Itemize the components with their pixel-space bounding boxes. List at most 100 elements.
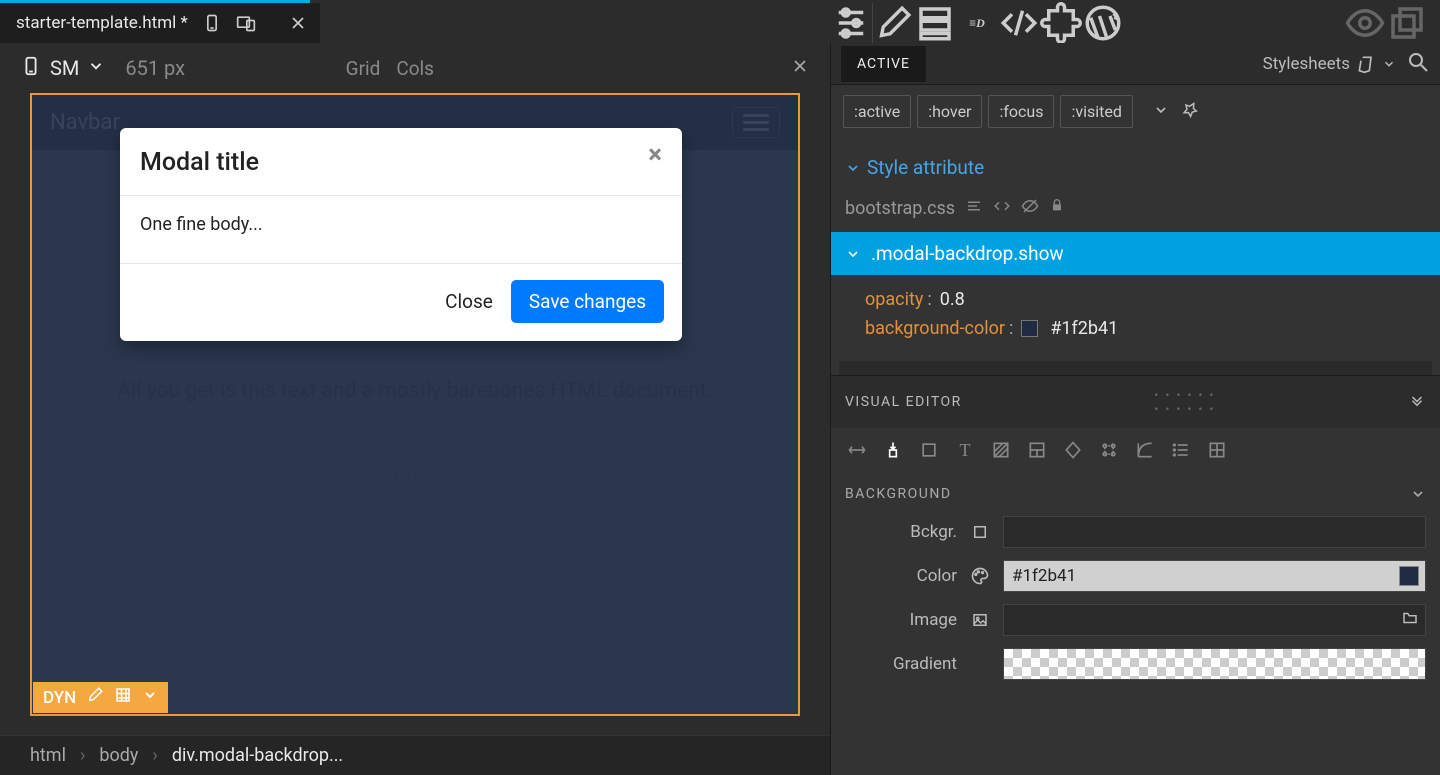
ve-diamond-icon[interactable]	[1059, 436, 1087, 464]
ve-layout-icon[interactable]	[1023, 436, 1051, 464]
css-prop-value: 0.8	[940, 289, 965, 310]
tab-active[interactable]: ACTIVE	[841, 46, 926, 82]
modal-close-button[interactable]: Close	[445, 290, 493, 313]
crumb-body[interactable]: body	[99, 745, 138, 766]
bg-color-label: Color	[845, 566, 957, 586]
lock-icon[interactable]	[1049, 197, 1065, 220]
pseudo-focus[interactable]: :focus	[988, 95, 1054, 128]
ve-curve-icon[interactable]	[1131, 436, 1159, 464]
canvas[interactable]: Navbar All you get is this text and a mo…	[30, 93, 800, 716]
style-attribute-row[interactable]: Style attribute	[831, 138, 1440, 197]
source-filename[interactable]: bootstrap.css	[845, 198, 955, 219]
palette-icon[interactable]	[969, 566, 991, 586]
css-selector[interactable]: .modal-backdrop.show	[831, 232, 1440, 275]
bg-gradient-label: Gradient	[845, 654, 957, 674]
drag-handle-icon[interactable]: • • • • • •• • • • • •	[1154, 388, 1215, 416]
eye-icon[interactable]	[1344, 3, 1386, 43]
spacer-bar	[839, 361, 1432, 375]
css-prop-key: opacity	[865, 289, 923, 310]
threed-icon[interactable]: ≡D	[956, 3, 998, 43]
crumb-element[interactable]: div.modal-backdrop...	[172, 745, 343, 766]
modal-save-button[interactable]: Save changes	[511, 280, 664, 323]
style-attr-label: Style attribute	[867, 156, 984, 179]
left-panel: SM 651 px Grid Cols Navbar All you get i…	[0, 43, 830, 775]
brush-icon[interactable]	[872, 3, 914, 43]
pseudo-visited[interactable]: :visited	[1060, 95, 1132, 128]
brush-small-icon[interactable]	[86, 686, 104, 709]
ve-spacing-icon[interactable]	[843, 436, 871, 464]
crumb-html[interactable]: html	[30, 745, 66, 766]
css-property-row[interactable]: background-color: #1f2b41	[865, 314, 1426, 343]
close-tab-icon[interactable]	[286, 11, 310, 35]
dyn-label: DYN	[43, 688, 76, 708]
cols-toggle[interactable]: Cols	[396, 57, 434, 80]
color-swatch[interactable]	[1021, 320, 1038, 337]
bg-image-input[interactable]	[1003, 604, 1426, 636]
collapse-icon[interactable]	[1408, 391, 1426, 413]
code-small-icon[interactable]	[993, 197, 1011, 220]
search-icon[interactable]	[1406, 50, 1430, 78]
ve-dimension-icon[interactable]	[879, 436, 907, 464]
breadcrumb: html › body › div.modal-backdrop...	[0, 735, 830, 775]
selection-tag[interactable]: DYN	[33, 682, 168, 713]
device-preview-icon[interactable]	[200, 11, 224, 35]
background-header[interactable]: BACKGROUND	[845, 486, 1426, 502]
devices-icon[interactable]	[234, 11, 258, 35]
css-selector-text: .modal-backdrop.show	[871, 242, 1064, 265]
bg-color-input[interactable]: #1f2b41	[1003, 560, 1426, 592]
pseudo-classes-row: :active :hover :focus :visited	[831, 85, 1440, 138]
bg-bckgr-input[interactable]	[1003, 516, 1426, 548]
code-icon[interactable]	[998, 3, 1040, 43]
grid-toggle[interactable]: Grid	[346, 57, 381, 80]
stylesheets-dropdown[interactable]: Stylesheets	[1263, 54, 1396, 74]
stylesheets-label: Stylesheets	[1263, 54, 1350, 74]
modal-title: Modal title	[140, 148, 259, 177]
modal-body: One fine body...	[120, 196, 682, 264]
canvas-wrap: Navbar All you get is this text and a mo…	[0, 93, 830, 735]
square-icon[interactable]	[969, 523, 991, 541]
visual-editor-toolbar: T	[831, 428, 1440, 472]
breakpoint-selector[interactable]: SM 651 px	[20, 55, 185, 81]
bg-bckgr-label: Bckgr.	[845, 522, 957, 542]
chevron-down-icon	[87, 57, 105, 79]
wordpress-icon[interactable]	[1082, 3, 1124, 43]
pseudo-more-icon[interactable]	[1153, 102, 1169, 122]
ve-transform-icon[interactable]	[1095, 436, 1123, 464]
bg-bckgr-row: Bckgr.	[845, 516, 1426, 548]
grid-small-icon[interactable]	[114, 686, 132, 709]
crumb-sep: ›	[152, 745, 157, 766]
bg-color-row: Color #1f2b41	[845, 560, 1426, 592]
viewport-bar: SM 651 px Grid Cols	[0, 43, 830, 93]
ve-text-icon[interactable]: T	[951, 436, 979, 464]
visual-editor-header[interactable]: VISUAL EDITOR • • • • • •• • • • • •	[831, 375, 1440, 428]
ve-box-icon[interactable]	[915, 436, 943, 464]
settings-icon[interactable]	[830, 3, 872, 43]
css-prop-value: #1f2b41	[1050, 318, 1118, 339]
file-tab[interactable]: starter-template.html *	[0, 3, 320, 43]
bg-image-label: Image	[845, 610, 957, 630]
background-label: BACKGROUND	[845, 486, 952, 502]
modal-footer: Close Save changes	[120, 264, 682, 341]
image-icon[interactable]	[969, 611, 991, 629]
bg-gradient-input[interactable]	[1003, 648, 1426, 680]
pin-icon[interactable]	[1181, 101, 1199, 123]
chevron-down-small-icon[interactable]	[142, 687, 158, 708]
ve-grid-icon[interactable]	[1203, 436, 1231, 464]
duplicate-panel-icon[interactable]	[1386, 3, 1428, 43]
bg-color-value: #1f2b41	[1012, 566, 1076, 586]
bg-color-swatch[interactable]	[1399, 566, 1419, 586]
modal-close-x-icon[interactable]: ×	[648, 148, 662, 164]
pseudo-hover[interactable]: :hover	[917, 95, 982, 128]
ve-hatch-icon[interactable]	[987, 436, 1015, 464]
file-tabs: starter-template.html *	[0, 3, 830, 43]
close-preview-icon[interactable]	[790, 56, 810, 81]
layout-icon[interactable]	[914, 3, 956, 43]
css-property-row[interactable]: opacity: 0.8	[865, 285, 1426, 314]
styles-tabs: ACTIVE Stylesheets	[831, 43, 1440, 85]
eye-off-icon[interactable]	[1021, 197, 1039, 220]
folder-icon[interactable]	[1401, 609, 1419, 632]
puzzle-icon[interactable]	[1040, 3, 1082, 43]
ve-list-icon[interactable]	[1167, 436, 1195, 464]
menu-lines-icon[interactable]	[965, 197, 983, 220]
pseudo-active[interactable]: :active	[843, 95, 911, 128]
